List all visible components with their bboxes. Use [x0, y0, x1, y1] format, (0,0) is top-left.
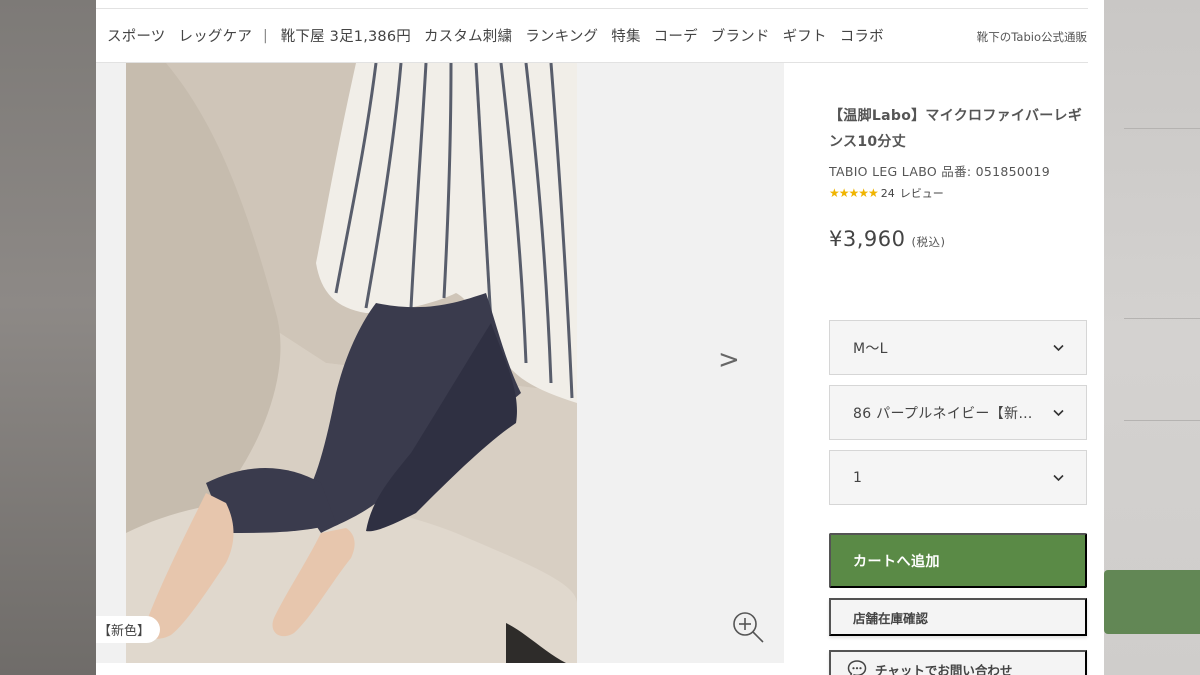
- nav-item-ranking[interactable]: ランキング: [525, 25, 598, 46]
- price-value: ¥3,960: [829, 227, 906, 251]
- chat-bubble-icon: [847, 660, 867, 675]
- chevron-down-icon: [1053, 344, 1064, 352]
- quantity-select-value: 1: [853, 469, 863, 486]
- backdrop-button-shadow: [1104, 570, 1200, 634]
- nav-item-sports[interactable]: スポーツ: [107, 25, 166, 46]
- product-meta: TABIO LEG LABO 品番: 051850019: [829, 164, 1050, 179]
- nav-separator: |: [263, 27, 268, 44]
- store-stock-button[interactable]: 店舗在庫確認: [829, 598, 1087, 636]
- quantity-select[interactable]: 1: [829, 450, 1087, 505]
- backdrop-line: [1124, 318, 1200, 319]
- size-select-value: M〜L: [853, 340, 888, 357]
- tax-note: (税込): [911, 235, 946, 249]
- nav-item-custom-embroidery[interactable]: カスタム刺繍: [424, 25, 512, 46]
- nav-item-leg-care[interactable]: レッグケア: [179, 25, 253, 46]
- next-image-arrow[interactable]: >: [718, 347, 740, 373]
- chat-inquiry-button[interactable]: チャットでお問い合わせ: [829, 650, 1087, 675]
- chat-button-label: チャットでお問い合わせ: [875, 663, 1013, 675]
- chevron-down-icon: [1053, 409, 1064, 417]
- new-color-badge: 【新色】: [96, 616, 161, 643]
- category-nav: スポーツ レッグケア | 靴下屋 3足1,386円 カスタム刺繍 ランキング 特…: [96, 9, 1088, 63]
- add-to-cart-button[interactable]: カートへ追加: [829, 533, 1087, 588]
- product-title: 【温脚Labo】マイクロファイバーレギンス10分丈: [829, 108, 1083, 150]
- color-select-value: 86 パープルネイビー【新色】: [853, 405, 1038, 422]
- product-details: 【温脚Labo】マイクロファイバーレギンス10分丈 TABIO LEG LABO…: [829, 63, 1089, 675]
- price: ¥3,960 (税込): [829, 227, 945, 251]
- review-link[interactable]: レビュー: [900, 185, 944, 201]
- blurred-backdrop-right: [1104, 0, 1200, 675]
- rating-stars-icon: ★★★★★: [829, 186, 879, 200]
- blurred-backdrop-left: [0, 0, 96, 675]
- review-count: 24: [880, 186, 895, 200]
- backdrop-line: [1124, 128, 1200, 129]
- leggings-photo-illustration: [126, 63, 577, 663]
- nav-item-features[interactable]: 特集: [611, 25, 640, 46]
- product-gallery: > 【新色】: [96, 63, 784, 663]
- nav-item-coordinate[interactable]: コーデ: [654, 25, 698, 46]
- product-photo[interactable]: [126, 63, 577, 663]
- backdrop-line: [1124, 420, 1200, 421]
- nav-item-collab[interactable]: コラボ: [840, 25, 884, 46]
- site-label: 靴下のTabio公式通販: [976, 30, 1087, 44]
- zoom-in-icon[interactable]: [730, 609, 768, 647]
- rating-summary[interactable]: ★★★★★ 24 レビュー: [829, 185, 944, 201]
- color-select[interactable]: 86 パープルネイビー【新色】: [829, 385, 1087, 440]
- chevron-down-icon: [1053, 474, 1064, 482]
- size-select[interactable]: M〜L: [829, 320, 1087, 375]
- nav-item-kutsushitaya[interactable]: 靴下屋 3足1,386円: [281, 25, 411, 46]
- product-page: スポーツ レッグケア | 靴下屋 3足1,386円 カスタム刺繍 ランキング 特…: [96, 0, 1104, 675]
- nav-item-gift[interactable]: ギフト: [783, 25, 827, 46]
- nav-item-brand[interactable]: ブランド: [711, 25, 770, 46]
